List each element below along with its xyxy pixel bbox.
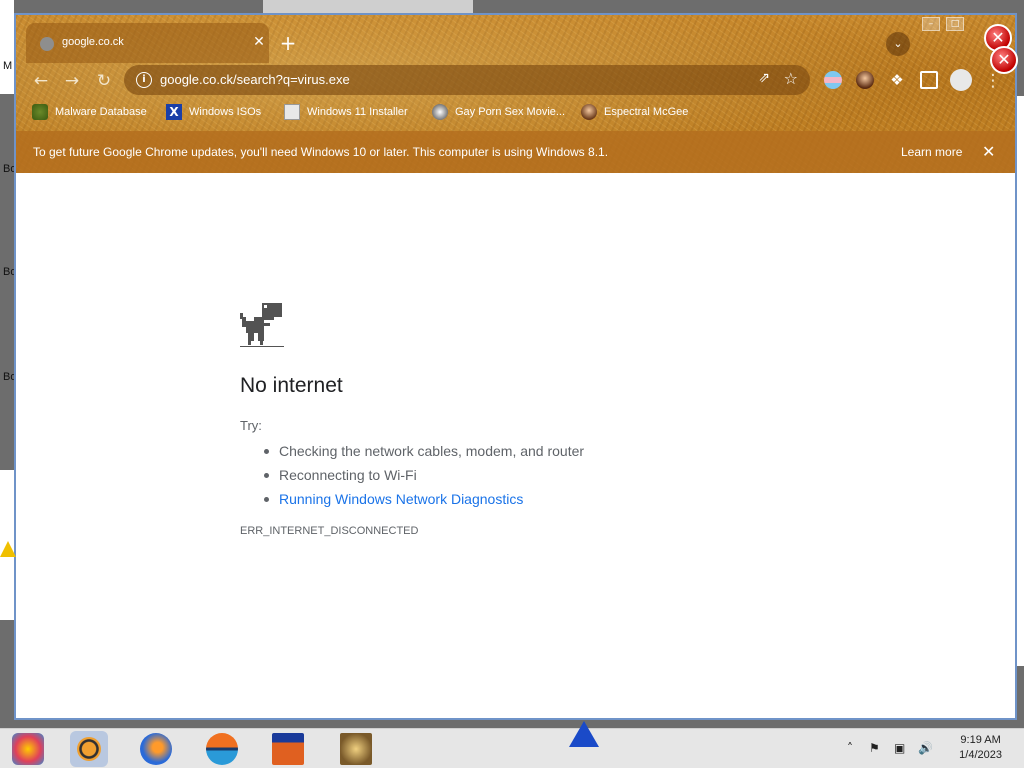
sunset-app-icon[interactable] xyxy=(206,733,238,765)
photos-app-icon[interactable] xyxy=(12,733,44,765)
infobar-message: To get future Google Chrome updates, you… xyxy=(33,145,609,159)
desktop-label: M xyxy=(3,60,13,72)
forward-button[interactable]: → xyxy=(61,70,83,92)
tab-active[interactable]: google.co.ck ✕ xyxy=(26,23,269,63)
volume-icon[interactable]: 🔊 xyxy=(918,741,933,755)
tray-expand-icon[interactable]: ˄ xyxy=(847,741,853,755)
suggestion-list: Checking the network cables, modem, and … xyxy=(264,439,584,511)
extensions-puzzle-icon[interactable]: ❖ xyxy=(888,71,906,89)
tab-close-icon[interactable]: ✕ xyxy=(251,34,267,50)
bookmark-windows-isos[interactable]: X Windows ISOs xyxy=(166,103,261,121)
firefox-app-icon[interactable] xyxy=(140,733,172,765)
suggestion-item: Checking the network cables, modem, and … xyxy=(264,439,584,463)
bookmark-label: Windows 11 Installer xyxy=(307,106,408,118)
bookmark-malware-database[interactable]: Malware Database xyxy=(32,103,147,121)
bookmark-label: Windows ISOs xyxy=(189,106,262,118)
site-info-icon[interactable]: i xyxy=(136,72,152,88)
tab-title: google.co.ck xyxy=(62,36,124,48)
minimize-button[interactable]: – xyxy=(922,17,940,31)
leaf-icon xyxy=(32,104,48,120)
error-page: No internet Try: Checking the network ca… xyxy=(16,173,1015,718)
bookmark-label: Espectral McGee xyxy=(604,106,689,118)
profile-avatar-icon[interactable] xyxy=(950,69,972,91)
avatar-icon xyxy=(581,104,597,120)
desktop-window-strip xyxy=(1017,96,1024,666)
address-bar-url[interactable]: google.co.ck/search?q=virus.exe xyxy=(160,72,350,87)
warning-icon xyxy=(0,541,16,557)
clock-date: 1/4/2023 xyxy=(959,749,1002,761)
close-button-icon[interactable]: ✕ xyxy=(990,46,1018,74)
taskbar: ˄ ⚑ ▣ 🔊 9:19 AM 1/4/2023 xyxy=(0,721,1024,768)
flag-icon[interactable]: ⚑ xyxy=(869,741,880,755)
extension-avatar-icon[interactable] xyxy=(856,71,874,89)
chrome-app-icon-wrapper[interactable] xyxy=(70,731,108,767)
chrome-app-icon xyxy=(77,737,101,761)
system-clock[interactable]: 9:19 AM 1/4/2023 xyxy=(959,733,1002,763)
network-icon[interactable]: ▣ xyxy=(894,741,905,755)
error-heading: No internet xyxy=(240,374,343,397)
globe-icon xyxy=(40,37,54,51)
suggestion-item: Reconnecting to Wi-Fi xyxy=(264,463,584,487)
browser-chrome: google.co.ck ✕ + ⌄ – □ ← → ↻ i google.co… xyxy=(16,15,1015,173)
side-panel-icon[interactable] xyxy=(920,71,938,89)
bookmark-star-icon[interactable]: ☆ xyxy=(784,69,798,88)
warning-icon[interactable] xyxy=(569,721,599,747)
extension-flag-icon[interactable] xyxy=(824,71,842,89)
try-label: Try: xyxy=(240,418,262,433)
learn-more-link[interactable]: Learn more xyxy=(901,145,962,159)
browser-window: google.co.ck ✕ + ⌄ – □ ← → ↻ i google.co… xyxy=(14,13,1017,720)
desktop-window-strip xyxy=(263,0,473,13)
bookmark-espectral-mcgee[interactable]: Espectral McGee xyxy=(581,103,688,121)
error-code: ERR_INTERNET_DISCONNECTED xyxy=(240,525,419,537)
files-app-icon[interactable] xyxy=(272,733,304,765)
new-tab-button[interactable]: + xyxy=(278,33,298,53)
bookmark-gay-porn-sex-movie[interactable]: Gay Porn Sex Movie... xyxy=(432,103,565,121)
bookmark-label: Gay Porn Sex Movie... xyxy=(455,106,566,118)
bookmark-label: Malware Database xyxy=(55,106,147,118)
globe-icon xyxy=(432,104,448,120)
address-bar[interactable]: i google.co.ck/search?q=virus.exe ⇗ ☆ xyxy=(124,65,810,95)
tab-search-chevron-icon[interactable]: ⌄ xyxy=(886,32,910,56)
desktop-window-strip xyxy=(0,0,14,94)
update-infobar: To get future Google Chrome updates, you… xyxy=(16,131,1015,173)
network-diagnostics-link[interactable]: Running Windows Network Diagnostics xyxy=(264,487,584,511)
clock-time: 9:19 AM xyxy=(960,734,1001,746)
reload-button[interactable]: ↻ xyxy=(93,70,115,92)
dinosaur-icon xyxy=(240,303,284,347)
maximize-button[interactable]: □ xyxy=(946,17,964,31)
share-icon[interactable]: ⇗ xyxy=(758,70,770,86)
bookmark-windows-11-installer[interactable]: Windows 11 Installer xyxy=(284,103,408,121)
game-app-icon[interactable] xyxy=(340,733,372,765)
infobar-close-icon[interactable]: ✕ xyxy=(982,142,995,161)
installer-icon xyxy=(284,104,300,120)
x-logo-icon: X xyxy=(166,104,182,120)
back-button[interactable]: ← xyxy=(30,70,52,92)
